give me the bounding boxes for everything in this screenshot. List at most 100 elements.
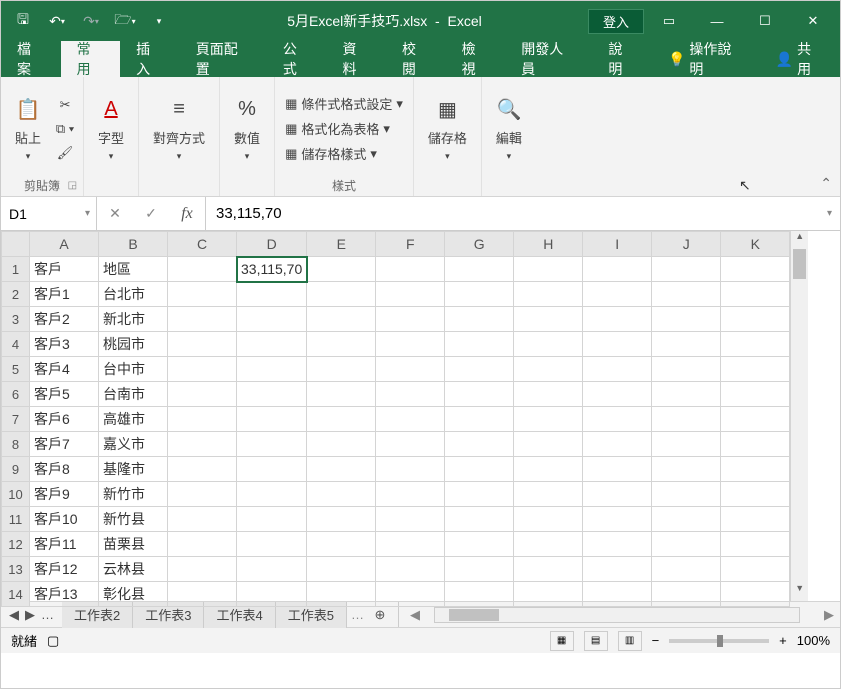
scroll-thumb[interactable] — [793, 249, 806, 279]
row-header-6[interactable]: 6 — [2, 382, 30, 407]
cell-D7[interactable] — [237, 407, 307, 432]
cell-B9[interactable]: 基隆市 — [99, 457, 168, 482]
cell-H8[interactable] — [514, 432, 583, 457]
cell-K10[interactable] — [721, 482, 790, 507]
cell-E3[interactable] — [307, 307, 376, 332]
row-header-4[interactable]: 4 — [2, 332, 30, 357]
sheet-nav-more[interactable]: … — [41, 607, 54, 623]
cell-G8[interactable] — [445, 432, 514, 457]
cell-E8[interactable] — [307, 432, 376, 457]
cell-A5[interactable]: 客戶4 — [30, 357, 99, 382]
tab-help[interactable]: 說明 — [592, 41, 652, 77]
normal-view-button[interactable]: ▦ — [550, 631, 574, 651]
cell-A4[interactable]: 客戶3 — [30, 332, 99, 357]
cell-F12[interactable] — [376, 532, 445, 557]
cell-E11[interactable] — [307, 507, 376, 532]
row-header-3[interactable]: 3 — [2, 307, 30, 332]
row-header-8[interactable]: 8 — [2, 432, 30, 457]
tab-insert[interactable]: 插入 — [120, 41, 180, 77]
name-box[interactable]: D1 — [1, 197, 97, 230]
cell-F5[interactable] — [376, 357, 445, 382]
cell-H14[interactable] — [514, 582, 583, 607]
cell-F7[interactable] — [376, 407, 445, 432]
conditional-formatting-button[interactable]: ▦條件式格式設定 ▾ — [281, 92, 407, 115]
sheet-nav-next[interactable]: ▶ — [25, 607, 35, 623]
confirm-edit-button[interactable]: ✓ — [133, 205, 169, 222]
paste-button[interactable]: 📋 貼上 ▾ — [7, 94, 49, 164]
cell-K2[interactable] — [721, 282, 790, 307]
cell-C2[interactable] — [168, 282, 237, 307]
qat-customize[interactable]: ▾ — [143, 5, 175, 37]
cell-C8[interactable] — [168, 432, 237, 457]
undo-button[interactable]: ↶ ▾ — [41, 5, 73, 37]
cell-H3[interactable] — [514, 307, 583, 332]
minimize-button[interactable]: — — [694, 1, 740, 41]
cell-H4[interactable] — [514, 332, 583, 357]
tab-file[interactable]: 檔案 — [1, 41, 61, 77]
cell-I2[interactable] — [583, 282, 652, 307]
cell-I9[interactable] — [583, 457, 652, 482]
scroll-down-icon[interactable]: ▼ — [791, 583, 808, 601]
cell-A12[interactable]: 客戶11 — [30, 532, 99, 557]
cell-A11[interactable]: 客戶10 — [30, 507, 99, 532]
open-button[interactable]: 🗁 ▾ — [109, 5, 141, 37]
cell-G7[interactable] — [445, 407, 514, 432]
cell-I1[interactable] — [583, 257, 652, 282]
cell-E13[interactable] — [307, 557, 376, 582]
row-header-11[interactable]: 11 — [2, 507, 30, 532]
copy-button[interactable]: ⧉ ▾ — [53, 118, 77, 140]
cell-E10[interactable] — [307, 482, 376, 507]
cell-G14[interactable] — [445, 582, 514, 607]
cell-J13[interactable] — [652, 557, 721, 582]
cell-E12[interactable] — [307, 532, 376, 557]
cell-G1[interactable] — [445, 257, 514, 282]
cell-A8[interactable]: 客戶7 — [30, 432, 99, 457]
cell-J5[interactable] — [652, 357, 721, 382]
cell-G12[interactable] — [445, 532, 514, 557]
cell-C11[interactable] — [168, 507, 237, 532]
tab-home[interactable]: 常用 — [61, 41, 121, 77]
cell-J6[interactable] — [652, 382, 721, 407]
cell-A1[interactable]: 客戶 — [30, 257, 99, 282]
tab-developer[interactable]: 開發人員 — [505, 41, 592, 77]
cells-button[interactable]: ▦ 儲存格 ▾ — [420, 94, 475, 164]
cell-C14[interactable] — [168, 582, 237, 607]
sheet-nav-prev[interactable]: ◀ — [9, 607, 19, 623]
cell-K4[interactable] — [721, 332, 790, 357]
cell-D4[interactable] — [237, 332, 307, 357]
cell-J2[interactable] — [652, 282, 721, 307]
cell-F6[interactable] — [376, 382, 445, 407]
column-header-H[interactable]: H — [514, 232, 583, 257]
cell-E4[interactable] — [307, 332, 376, 357]
cell-I7[interactable] — [583, 407, 652, 432]
cell-K14[interactable] — [721, 582, 790, 607]
cell-F11[interactable] — [376, 507, 445, 532]
cut-button[interactable]: ✂ — [53, 94, 77, 116]
cancel-edit-button[interactable]: ✕ — [97, 205, 133, 222]
hscroll-right[interactable]: ▶ — [818, 607, 840, 623]
cell-A9[interactable]: 客戶8 — [30, 457, 99, 482]
cell-J14[interactable] — [652, 582, 721, 607]
cell-G3[interactable] — [445, 307, 514, 332]
page-break-view-button[interactable]: ▥ — [618, 631, 642, 651]
cell-I6[interactable] — [583, 382, 652, 407]
cell-F4[interactable] — [376, 332, 445, 357]
cell-I4[interactable] — [583, 332, 652, 357]
cell-A3[interactable]: 客戶2 — [30, 307, 99, 332]
row-header-14[interactable]: 14 — [2, 582, 30, 607]
scroll-up-icon[interactable]: ▲ — [791, 231, 808, 249]
cell-E5[interactable] — [307, 357, 376, 382]
number-button[interactable]: % 數值 ▾ — [226, 94, 268, 164]
cell-K1[interactable] — [721, 257, 790, 282]
cell-B8[interactable]: 嘉义市 — [99, 432, 168, 457]
select-all-corner[interactable] — [2, 232, 30, 257]
cell-G9[interactable] — [445, 457, 514, 482]
zoom-out-button[interactable]: − — [652, 633, 660, 648]
cell-D8[interactable] — [237, 432, 307, 457]
cell-H12[interactable] — [514, 532, 583, 557]
cell-H5[interactable] — [514, 357, 583, 382]
cell-H10[interactable] — [514, 482, 583, 507]
cell-B10[interactable]: 新竹市 — [99, 482, 168, 507]
cell-D14[interactable] — [237, 582, 307, 607]
cell-K12[interactable] — [721, 532, 790, 557]
